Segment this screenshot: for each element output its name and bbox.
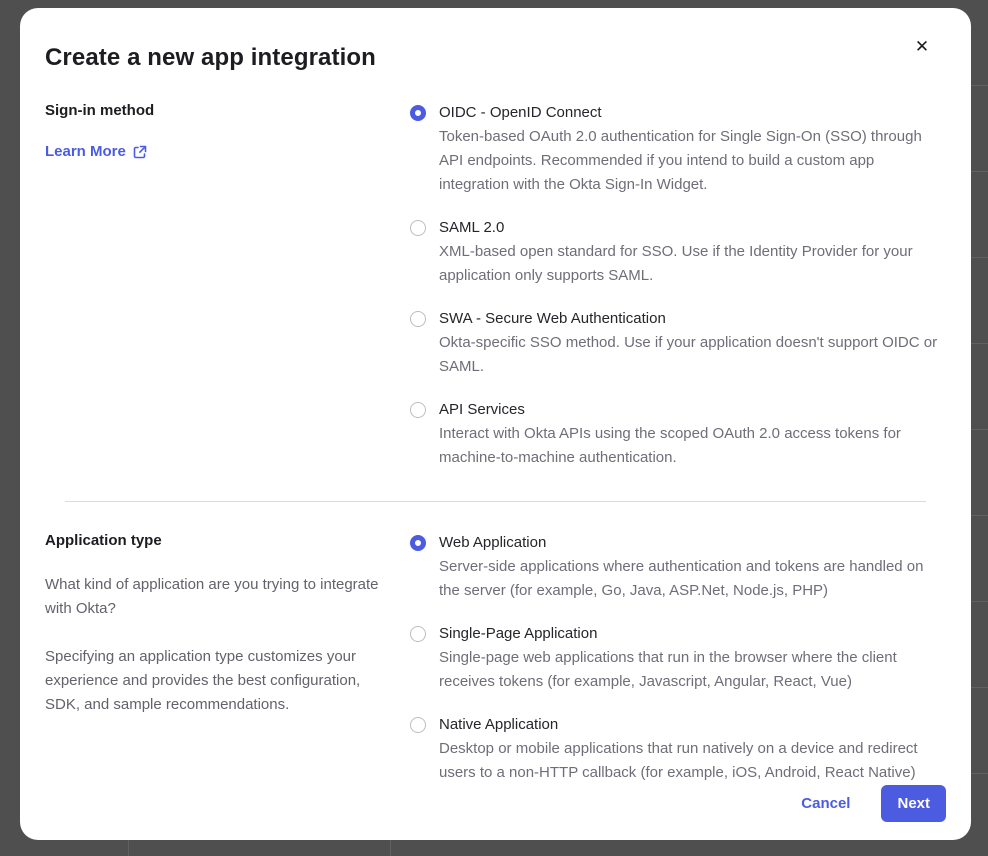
radio-option-description: Okta-specific SSO method. Use if your ap… <box>439 331 946 379</box>
radio-option-description: Interact with Okta APIs using the scoped… <box>439 422 946 470</box>
radio-option-description: Token-based OAuth 2.0 authentication for… <box>439 125 946 197</box>
radio-option-label[interactable]: Native Application <box>439 714 946 736</box>
radio-option-description: Single-page web applications that run in… <box>439 646 946 694</box>
radio-button[interactable] <box>410 220 426 236</box>
radio-option-description: XML-based open standard for SSO. Use if … <box>439 240 946 288</box>
application-type-explainer: Specifying an application type customize… <box>45 645 390 717</box>
radio-option-saml[interactable]: SAML 2.0 XML-based open standard for SSO… <box>410 217 946 288</box>
radio-option-label[interactable]: OIDC - OpenID Connect <box>439 102 946 124</box>
radio-button[interactable] <box>410 626 426 642</box>
radio-option-description: Server-side applications where authentic… <box>439 555 946 603</box>
create-app-integration-dialog: ✕ Create a new app integration Sign-in m… <box>20 8 971 840</box>
radio-option-swa[interactable]: SWA - Secure Web Authentication Okta-spe… <box>410 308 946 379</box>
application-type-question: What kind of application are you trying … <box>45 573 390 621</box>
radio-button[interactable] <box>410 402 426 418</box>
background-table-line <box>128 840 129 856</box>
section-divider <box>65 501 926 502</box>
radio-option-web-application[interactable]: Web Application Server-side applications… <box>410 532 946 603</box>
learn-more-link[interactable]: Learn More <box>45 143 147 160</box>
radio-option-api-services[interactable]: API Services Interact with Okta APIs usi… <box>410 399 946 470</box>
radio-button[interactable] <box>410 311 426 327</box>
sign-in-method-section: Sign-in method Learn More OIDC - OpenID … <box>45 102 946 470</box>
dialog-footer: Cancel Next <box>45 785 946 822</box>
radio-option-label[interactable]: SAML 2.0 <box>439 217 946 239</box>
background-table-line <box>390 840 391 856</box>
learn-more-label: Learn More <box>45 143 126 160</box>
radio-button[interactable] <box>410 105 426 121</box>
next-button[interactable]: Next <box>881 785 946 822</box>
radio-option-description: Desktop or mobile applications that run … <box>439 737 946 785</box>
application-type-section: Application type What kind of applicatio… <box>45 532 946 785</box>
close-icon[interactable]: ✕ <box>909 34 935 60</box>
cancel-button[interactable]: Cancel <box>797 789 854 818</box>
dialog-title: Create a new app integration <box>45 44 946 72</box>
external-link-icon <box>133 145 147 159</box>
radio-option-label[interactable]: SWA - Secure Web Authentication <box>439 308 946 330</box>
radio-option-native-application[interactable]: Native Application Desktop or mobile app… <box>410 714 946 785</box>
page-overlay-bottom <box>0 840 988 856</box>
radio-button[interactable] <box>410 717 426 733</box>
application-type-heading: Application type <box>45 532 410 549</box>
radio-option-single-page-application[interactable]: Single-Page Application Single-page web … <box>410 623 946 694</box>
sign-in-method-heading: Sign-in method <box>45 102 410 119</box>
radio-button[interactable] <box>410 535 426 551</box>
radio-option-oidc[interactable]: OIDC - OpenID Connect Token-based OAuth … <box>410 102 946 197</box>
radio-option-label[interactable]: Single-Page Application <box>439 623 946 645</box>
radio-option-label[interactable]: Web Application <box>439 532 946 554</box>
page-overlay-right <box>971 0 988 856</box>
radio-option-label[interactable]: API Services <box>439 399 946 421</box>
